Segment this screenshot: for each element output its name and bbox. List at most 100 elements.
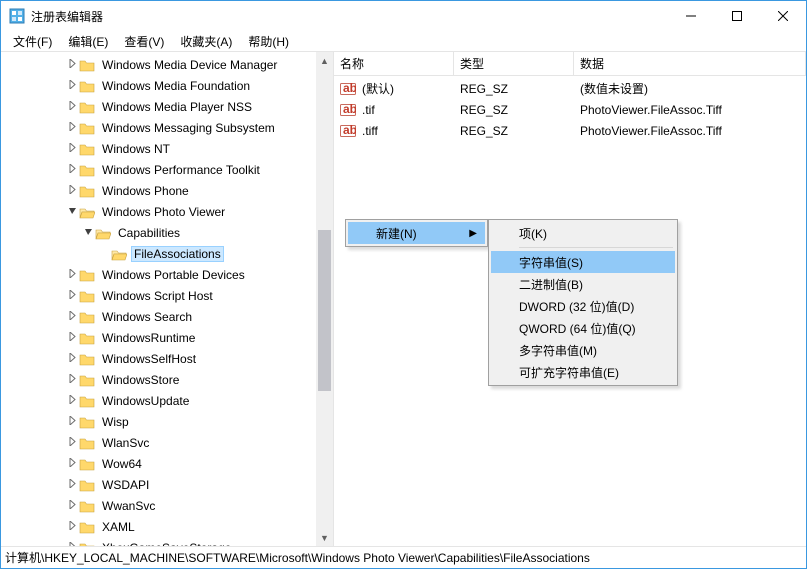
menu-view[interactable]: 查看(V): [116, 31, 172, 52]
expander-closed-icon[interactable]: [65, 542, 79, 547]
expander-closed-icon[interactable]: [65, 101, 79, 113]
ctx-new[interactable]: 新建(N) ▶: [348, 222, 485, 244]
client-area: Windows Media Device ManagerWindows Medi…: [1, 52, 806, 546]
expander-closed-icon[interactable]: [65, 500, 79, 512]
ctx-item[interactable]: 可扩充字符串值(E): [491, 361, 675, 383]
string-value-icon: [340, 123, 356, 139]
ctx-item[interactable]: QWORD (64 位)值(Q): [491, 317, 675, 339]
tree-item[interactable]: WwanSvc: [1, 495, 316, 516]
tree-item[interactable]: WlanSvc: [1, 432, 316, 453]
menu-help[interactable]: 帮助(H): [240, 31, 297, 52]
tree-item[interactable]: FileAssociations: [1, 243, 316, 264]
cell-data: PhotoViewer.FileAssoc.Tiff: [574, 124, 806, 138]
tree-item-label: Windows NT: [99, 141, 173, 157]
context-menu: 新建(N) ▶: [345, 219, 488, 247]
expander-closed-icon[interactable]: [65, 311, 79, 323]
expander-open-icon[interactable]: [81, 227, 95, 239]
ctx-item[interactable]: 字符串值(S): [491, 251, 675, 273]
expander-closed-icon[interactable]: [65, 521, 79, 533]
folder-icon: [79, 415, 95, 429]
tree-item-label: Windows Media Player NSS: [99, 99, 255, 115]
minimize-button[interactable]: [668, 1, 714, 31]
expander-closed-icon[interactable]: [65, 353, 79, 365]
menubar: 文件(F) 编辑(E) 查看(V) 收藏夹(A) 帮助(H): [1, 31, 806, 52]
menu-file[interactable]: 文件(F): [5, 31, 60, 52]
expander-closed-icon[interactable]: [65, 122, 79, 134]
tree-item[interactable]: WindowsStore: [1, 369, 316, 390]
tree-item[interactable]: Windows Media Foundation: [1, 75, 316, 96]
scroll-down-icon[interactable]: ▼: [316, 529, 333, 546]
list-row[interactable]: .tifREG_SZPhotoViewer.FileAssoc.Tiff: [334, 99, 806, 120]
scroll-up-icon[interactable]: ▲: [316, 52, 333, 69]
tree-item[interactable]: Windows Script Host: [1, 285, 316, 306]
expander-closed-icon[interactable]: [65, 290, 79, 302]
tree-scrollbar[interactable]: ▲ ▼: [316, 52, 333, 546]
expander-closed-icon[interactable]: [65, 479, 79, 491]
tree-item-label: XboxGameSaveStorage: [99, 540, 234, 547]
folder-icon: [79, 352, 95, 366]
folder-icon: [79, 499, 95, 513]
cell-name: .tif: [334, 102, 454, 118]
ctx-item[interactable]: DWORD (32 位)值(D): [491, 295, 675, 317]
expander-open-icon[interactable]: [65, 206, 79, 218]
tree-item[interactable]: Capabilities: [1, 222, 316, 243]
scrollbar-track[interactable]: [316, 69, 333, 529]
tree-item[interactable]: Windows Phone: [1, 180, 316, 201]
expander-closed-icon[interactable]: [65, 458, 79, 470]
close-button[interactable]: [760, 1, 806, 31]
expander-closed-icon[interactable]: [65, 185, 79, 197]
folder-icon: [79, 478, 95, 492]
col-type[interactable]: 类型: [454, 52, 574, 75]
expander-closed-icon[interactable]: [65, 164, 79, 176]
expander-closed-icon[interactable]: [65, 437, 79, 449]
tree-item[interactable]: WSDAPI: [1, 474, 316, 495]
list-body[interactable]: (默认)REG_SZ(数值未设置).tifREG_SZPhotoViewer.F…: [334, 76, 806, 141]
list-header: 名称 类型 数据: [334, 52, 806, 76]
ctx-item[interactable]: 多字符串值(M): [491, 339, 675, 361]
tree-item[interactable]: WindowsSelfHost: [1, 348, 316, 369]
tree-item[interactable]: Windows Photo Viewer: [1, 201, 316, 222]
tree-item[interactable]: Windows Media Player NSS: [1, 96, 316, 117]
menu-favorites[interactable]: 收藏夹(A): [172, 31, 240, 52]
expander-closed-icon[interactable]: [65, 80, 79, 92]
tree-item[interactable]: Windows NT: [1, 138, 316, 159]
list-row[interactable]: (默认)REG_SZ(数值未设置): [334, 78, 806, 99]
tree-item[interactable]: Windows Search: [1, 306, 316, 327]
expander-closed-icon[interactable]: [65, 332, 79, 344]
col-name[interactable]: 名称: [334, 52, 454, 75]
folder-icon: [79, 142, 95, 156]
tree-item-label: Windows Messaging Subsystem: [99, 120, 278, 136]
tree-item[interactable]: Windows Messaging Subsystem: [1, 117, 316, 138]
cell-type: REG_SZ: [454, 124, 574, 138]
menu-edit[interactable]: 编辑(E): [60, 31, 116, 52]
tree-item[interactable]: WindowsRuntime: [1, 327, 316, 348]
tree-item-label: WindowsSelfHost: [99, 351, 199, 367]
tree-item[interactable]: WindowsUpdate: [1, 390, 316, 411]
expander-closed-icon[interactable]: [65, 269, 79, 281]
col-data[interactable]: 数据: [574, 52, 806, 75]
tree-item[interactable]: XboxGameSaveStorage: [1, 537, 316, 546]
tree-item[interactable]: Windows Performance Toolkit: [1, 159, 316, 180]
ctx-item[interactable]: 二进制值(B): [491, 273, 675, 295]
expander-closed-icon[interactable]: [65, 416, 79, 428]
titlebar: 注册表编辑器: [1, 1, 806, 31]
maximize-button[interactable]: [714, 1, 760, 31]
expander-closed-icon[interactable]: [65, 143, 79, 155]
string-value-icon: [340, 102, 356, 118]
tree-item-label: Windows Photo Viewer: [99, 204, 228, 220]
scrollbar-thumb[interactable]: [318, 230, 331, 391]
tree-item-label: WwanSvc: [99, 498, 158, 514]
cell-type: REG_SZ: [454, 82, 574, 96]
expander-closed-icon[interactable]: [65, 59, 79, 71]
tree-item[interactable]: Windows Portable Devices: [1, 264, 316, 285]
expander-closed-icon[interactable]: [65, 395, 79, 407]
tree-item[interactable]: XAML: [1, 516, 316, 537]
tree-scroll[interactable]: Windows Media Device ManagerWindows Medi…: [1, 52, 316, 546]
tree-item[interactable]: Wisp: [1, 411, 316, 432]
folder-open-icon: [95, 226, 111, 240]
ctx-item[interactable]: 项(K): [491, 222, 675, 244]
tree-item[interactable]: Windows Media Device Manager: [1, 54, 316, 75]
expander-closed-icon[interactable]: [65, 374, 79, 386]
tree-item[interactable]: Wow64: [1, 453, 316, 474]
list-row[interactable]: .tiffREG_SZPhotoViewer.FileAssoc.Tiff: [334, 120, 806, 141]
